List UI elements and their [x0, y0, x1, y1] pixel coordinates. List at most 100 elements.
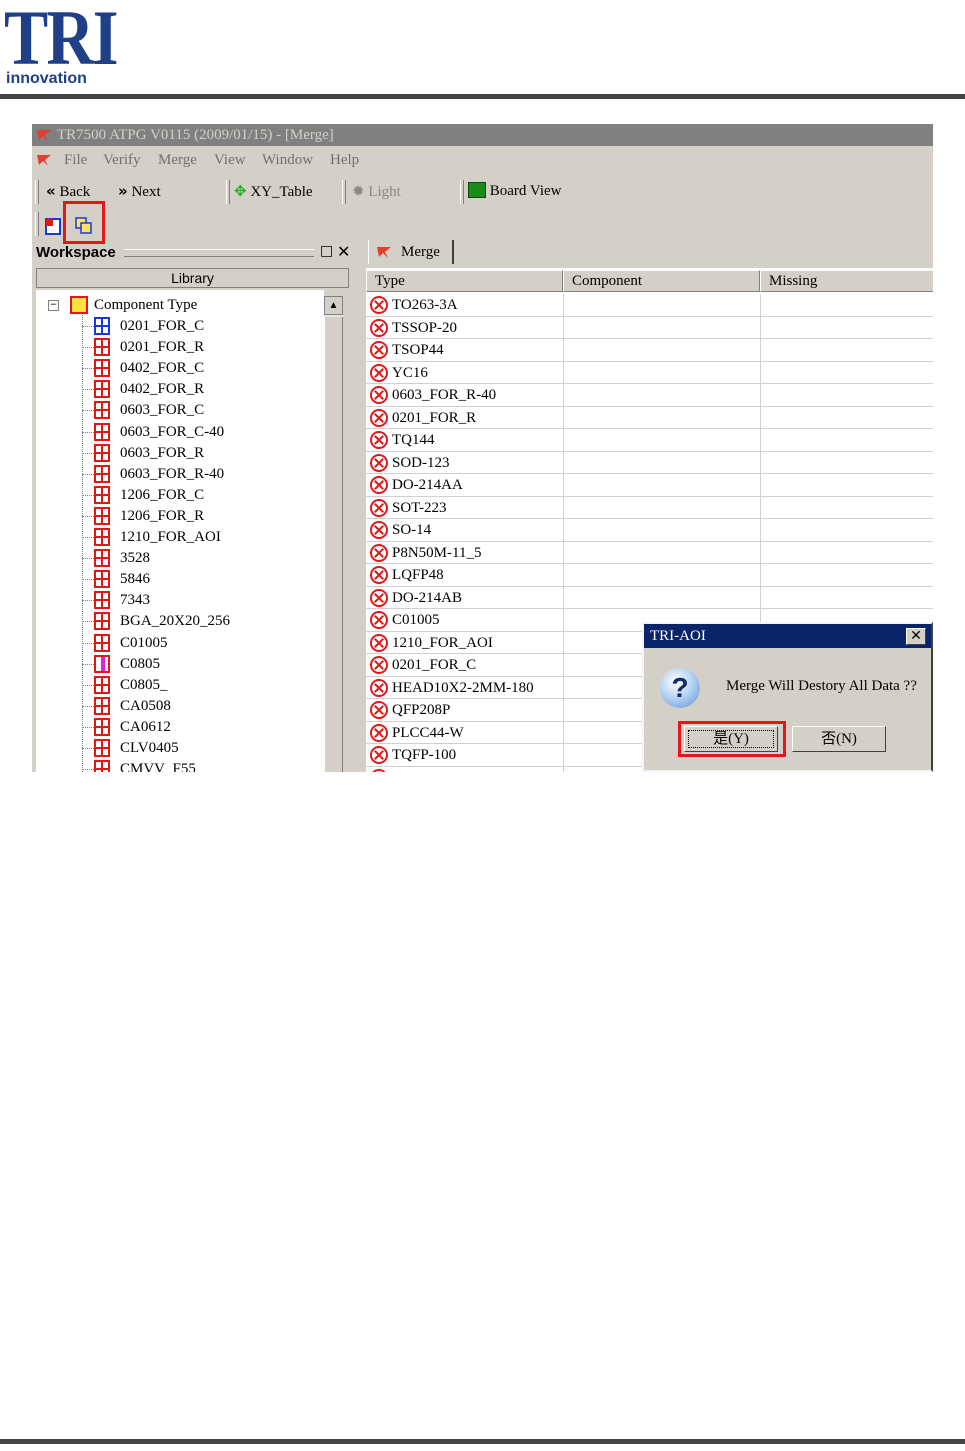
xy-table-label: XY_Table — [250, 184, 313, 200]
type-cell: TSOP44 — [392, 342, 444, 358]
close-panel-icon[interactable]: ✕ — [337, 242, 350, 261]
component-icon — [94, 760, 110, 772]
component-icon — [94, 675, 110, 694]
error-x-icon — [370, 453, 388, 472]
table-row[interactable]: 0201_FOR_R — [366, 407, 933, 429]
menu-window[interactable]: Window — [262, 148, 313, 172]
library-header[interactable]: Library — [36, 268, 349, 288]
table-row[interactable]: P8N50M-11_5 — [366, 542, 933, 564]
tree-item-label: 3528 — [120, 550, 150, 567]
table-row[interactable]: TSOP44 — [366, 339, 933, 362]
window-title: TR7500 ATPG V0115 (2009/01/15) - [Merge] — [57, 127, 334, 143]
type-cell: SOT-223 — [392, 499, 447, 516]
error-x-icon — [370, 656, 388, 674]
column-type[interactable]: Type — [366, 270, 563, 292]
light-button[interactable]: ✹ Light — [352, 180, 401, 202]
merge-tab-icon — [377, 247, 391, 258]
column-missing[interactable]: Missing — [760, 270, 933, 292]
workspace-title: Workspace — [36, 244, 116, 261]
panel-splitter[interactable] — [350, 238, 362, 772]
table-row[interactable]: TO263-3A — [366, 294, 933, 317]
error-x-icon — [370, 521, 388, 539]
collapse-icon[interactable]: − — [48, 300, 59, 311]
yes-button[interactable]: 是(Y) — [684, 726, 778, 752]
board-view-button[interactable]: Board View — [468, 180, 561, 202]
merge-icon[interactable] — [74, 216, 94, 236]
back-icon: « — [46, 182, 56, 200]
component-type-icon — [70, 296, 88, 314]
table-row[interactable]: TSSOP-20 — [366, 317, 933, 339]
open-file-icon[interactable] — [44, 216, 64, 236]
table-row[interactable]: DO-214AB — [366, 587, 933, 609]
error-x-icon — [370, 543, 388, 562]
table-row[interactable]: DO-214AA — [366, 474, 933, 497]
type-cell: TQ144 — [392, 432, 435, 448]
error-x-icon — [370, 678, 388, 697]
header-rule — [0, 94, 965, 99]
no-button[interactable]: 否(N) — [792, 726, 886, 752]
tree-item-label: C01005 — [120, 634, 168, 651]
type-cell: LQFP48 — [392, 567, 444, 583]
type-cell: TSSOP-20 — [392, 319, 458, 336]
xy-table-button[interactable]: ✥ XY_Table — [234, 180, 313, 202]
table-row[interactable]: YC16 — [366, 362, 933, 384]
table-row[interactable]: SOT-223 — [366, 497, 933, 519]
menu-help[interactable]: Help — [330, 148, 359, 172]
confirm-dialog: TRI-AOI ✕ ? Merge Will Destory All Data … — [642, 622, 933, 772]
component-icon — [94, 633, 110, 652]
restore-icon[interactable]: □ — [320, 243, 333, 259]
component-icon — [94, 380, 110, 399]
column-component[interactable]: Component — [563, 270, 760, 292]
error-x-icon — [370, 341, 388, 359]
component-icon — [94, 570, 110, 589]
error-x-icon — [370, 768, 388, 772]
back-button[interactable]: « Back — [46, 180, 90, 202]
tree-scrollbar[interactable]: ▲ — [324, 296, 343, 772]
tree-item-label: 1206_FOR_C — [120, 486, 205, 503]
tree-item-label: 0603_FOR_C-40 — [120, 423, 225, 440]
type-cell: P8N50M-11_5 — [392, 544, 482, 561]
type-cell: TO263-3A — [392, 297, 458, 313]
component-icon — [94, 612, 110, 631]
tree-item-label: 0402_FOR_C — [120, 360, 205, 377]
component-icon — [94, 422, 110, 441]
tree-item-label: C0805 — [120, 655, 161, 672]
dialog-title: TRI-AOI — [650, 628, 706, 644]
error-x-icon — [370, 431, 388, 449]
menu-merge[interactable]: Merge — [158, 148, 197, 172]
tree-item-label: 0201_FOR_C — [120, 318, 205, 334]
component-icon — [94, 549, 110, 568]
table-row[interactable]: SO-14 — [366, 519, 933, 542]
tab-merge[interactable]: Merge — [368, 240, 454, 264]
tri-logo: TRI innovation — [4, 0, 120, 88]
move-arrows-icon: ✥ — [234, 182, 247, 200]
scroll-thumb[interactable] — [324, 317, 343, 772]
title-bar: TR7500 ATPG V0115 (2009/01/15) - [Merge] — [32, 124, 933, 146]
tree-item-label: CA0508 — [120, 697, 171, 714]
app-icon — [37, 130, 51, 141]
type-cell: 0603_FOR_R-40 — [392, 387, 497, 403]
tree-item-label: BGA_20X20_256 — [120, 613, 231, 630]
component-icon — [94, 359, 110, 378]
table-row[interactable]: LQFP48 — [366, 564, 933, 587]
type-cell: DO-214AA — [392, 477, 463, 493]
component-icon — [94, 317, 110, 335]
type-cell: SOD-123 — [392, 454, 450, 471]
scroll-up-icon[interactable]: ▲ — [324, 296, 343, 315]
menu-file[interactable]: File — [64, 148, 87, 172]
component-icon — [94, 739, 110, 757]
menu-verify[interactable]: Verify — [103, 148, 141, 172]
table-row[interactable]: 0603_FOR_R-40 — [366, 384, 933, 407]
table-row[interactable]: SOD-123 — [366, 452, 933, 474]
component-tree: − Component Type 0201_FOR_C 0201_FOR_R 040… — [36, 290, 324, 772]
type-cell: C01005 — [392, 612, 440, 628]
tree-item-label: 0603_FOR_C — [120, 402, 205, 419]
menu-view[interactable]: View — [214, 148, 246, 172]
tree-item-label: CA0612 — [120, 718, 171, 735]
table-row[interactable]: TQ144 — [366, 429, 933, 452]
dialog-close-button[interactable]: ✕ — [906, 628, 926, 645]
question-icon: ? — [660, 668, 700, 708]
type-cell: SOT-23-5 — [392, 767, 451, 773]
back-label: Back — [59, 184, 91, 200]
next-button[interactable]: » Next — [118, 180, 161, 202]
